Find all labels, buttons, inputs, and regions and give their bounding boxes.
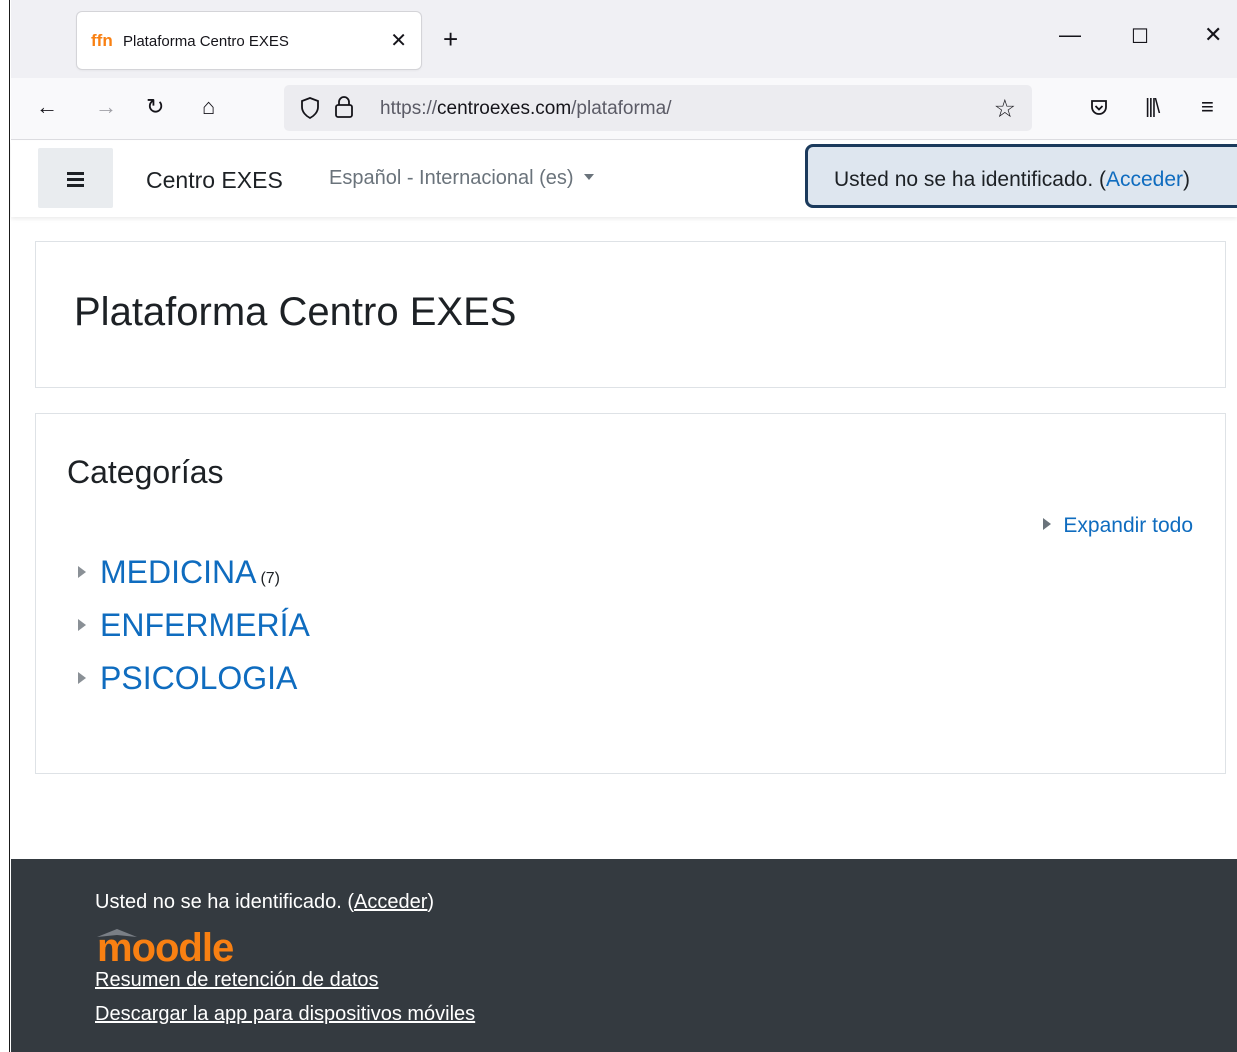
tracking-shield-icon[interactable] (300, 97, 320, 119)
maximize-icon[interactable]: ☐ (1131, 24, 1149, 49)
address-bar[interactable]: https://centroexes.com/plataforma/ ☆ (284, 85, 1032, 131)
category-name[interactable]: PSICOLOGIA (100, 660, 297, 696)
login-link[interactable]: Acceder (1106, 168, 1183, 191)
close-tab-icon[interactable]: ✕ (390, 28, 407, 53)
svg-text:moodle: moodle (97, 926, 233, 965)
mobile-app-link[interactable]: Descargar la app para dispositivos móvil… (95, 1003, 475, 1026)
page-title: Plataforma Centro EXES (74, 290, 517, 334)
bookmark-star-icon[interactable]: ☆ (994, 94, 1016, 124)
data-retention-link[interactable]: Resumen de retención de datos (95, 969, 379, 992)
home-icon[interactable]: ⌂ (202, 95, 215, 119)
category-name[interactable]: ENFERMERÍA (100, 607, 310, 643)
reload-icon[interactable]: ↻ (146, 95, 164, 119)
hamburger-icon (67, 172, 84, 175)
lock-icon[interactable] (334, 95, 354, 119)
browser-nav-bar: ← → ↻ ⌂ https://centroexes.com/plataform… (11, 78, 1237, 140)
screen: ffn Plataforma Centro EXES ✕ + — ☐ ✕ ← →… (0, 0, 1237, 1052)
category-item[interactable]: PSICOLOGIA (78, 660, 297, 697)
categories-heading: Categorías (67, 454, 224, 490)
close-window-icon[interactable]: ✕ (1204, 22, 1222, 48)
moodle-logo[interactable]: moodle (95, 923, 275, 965)
page-footer: Usted no se ha identificado. (Acceder) m… (11, 859, 1237, 1052)
category-count: (7) (260, 570, 281, 587)
category-item[interactable]: MEDICINA (7) (78, 554, 280, 591)
caret-down-icon (583, 173, 594, 180)
footer-login-link[interactable]: Acceder (354, 891, 427, 913)
drawer-toggle-button[interactable] (38, 148, 113, 208)
browser-tab[interactable]: ffn Plataforma Centro EXES ✕ (77, 12, 421, 69)
language-menu[interactable]: Español - Internacional (es) (329, 167, 594, 190)
window-left-edge (0, 0, 10, 1052)
page-header-card: Plataforma Centro EXES (35, 241, 1226, 388)
login-info: Usted no se ha identificado. (Acceder) (834, 168, 1191, 191)
categories-card: Categorías Expandir todo MEDICINA (7) ENF… (35, 413, 1226, 774)
minimize-icon[interactable]: — (1059, 22, 1081, 48)
library-icon[interactable]: |||\ (1145, 95, 1160, 119)
category-item[interactable]: ENFERMERÍA (78, 607, 310, 644)
menu-icon[interactable]: ≡ (1201, 95, 1214, 119)
footer-login-info: Usted no se ha identificado. (Acceder) (95, 891, 435, 913)
collapsed-triangle-icon[interactable] (78, 671, 86, 684)
collapsed-triangle-icon[interactable] (78, 565, 86, 578)
site-brand[interactable]: Centro EXES (146, 167, 283, 194)
pocket-icon[interactable] (1089, 98, 1109, 118)
moodle-favicon-icon: ffn (91, 31, 113, 50)
triangle-right-icon (1043, 518, 1052, 531)
collapsed-triangle-icon[interactable] (78, 618, 86, 631)
site-header: Centro EXES Español - Internacional (es)… (11, 141, 1237, 217)
browser-tab-bar: ffn Plataforma Centro EXES ✕ + — ☐ ✕ (11, 0, 1237, 78)
forward-icon[interactable]: → (95, 95, 117, 119)
login-info-box: Usted no se ha identificado. (Acceder) (805, 144, 1237, 208)
category-name[interactable]: MEDICINA (100, 554, 256, 590)
new-tab-icon[interactable]: + (443, 26, 458, 52)
expand-all-link[interactable]: Expandir todo (1043, 514, 1193, 538)
back-icon[interactable]: ← (36, 95, 58, 119)
tab-title: Plataforma Centro EXES (123, 33, 289, 50)
url-text[interactable]: https://centroexes.com/plataforma/ (380, 98, 671, 120)
